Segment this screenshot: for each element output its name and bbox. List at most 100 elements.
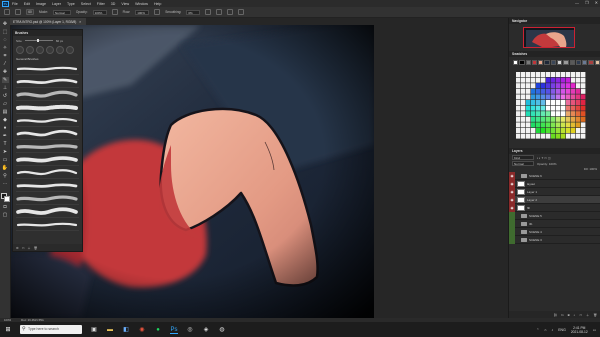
layer-row[interactable]: 3b: [509, 219, 600, 228]
palette-swatch[interactable]: [546, 83, 551, 89]
folder-icon[interactable]: [521, 237, 527, 242]
type-tool-icon[interactable]: T: [2, 141, 9, 147]
palette-swatch[interactable]: [571, 72, 576, 77]
palette-swatch[interactable]: [561, 133, 566, 139]
new-group-icon[interactable]: ▭: [579, 313, 582, 317]
palette-swatch[interactable]: [546, 111, 551, 117]
palette-swatch[interactable]: [551, 100, 556, 105]
brush-stroke-preview[interactable]: [16, 63, 79, 75]
recent-brush-3[interactable]: [36, 46, 44, 54]
palette-swatch[interactable]: [576, 94, 581, 100]
palette-swatch[interactable]: [546, 88, 551, 94]
angle-icon[interactable]: [216, 9, 223, 15]
folder-icon[interactable]: [521, 229, 527, 234]
layer-name[interactable]: SCENE 6: [529, 174, 542, 178]
layer-opacity[interactable]: Opacity: 100%: [537, 162, 557, 166]
folder-icon[interactable]: [521, 213, 527, 218]
magic-wand-icon[interactable]: ✧: [2, 45, 9, 51]
layer-name[interactable]: SCENE 3: [529, 238, 542, 242]
pressure-opacity-icon[interactable]: [111, 9, 118, 15]
palette-swatch[interactable]: [581, 88, 586, 94]
brush-stroke-preview[interactable]: [16, 154, 79, 166]
more-tools-icon[interactable]: ⋯: [2, 181, 9, 187]
layer-fill[interactable]: Fill: 100%: [584, 167, 597, 171]
palette-swatch[interactable]: [566, 94, 571, 100]
palette-swatch[interactable]: [521, 105, 526, 111]
palette-swatch[interactable]: [576, 88, 581, 94]
palette-swatch[interactable]: [546, 116, 551, 122]
palette-swatch[interactable]: [566, 128, 571, 133]
palette-swatch[interactable]: [561, 72, 566, 77]
layer-style-icon[interactable]: fx: [561, 313, 563, 317]
layer-row[interactable]: ◉ Layer 2: [509, 195, 600, 204]
palette-swatch[interactable]: [576, 116, 581, 122]
palette-swatch[interactable]: [521, 88, 526, 94]
swatch-chip[interactable]: [525, 60, 531, 65]
layer-row[interactable]: SCENE 3: [509, 235, 600, 244]
palette-swatch[interactable]: [566, 111, 571, 117]
tray-chevron-icon[interactable]: ⌃: [536, 328, 539, 332]
palette-swatch[interactable]: [551, 128, 556, 133]
menu-layer[interactable]: Layer: [52, 2, 61, 6]
layer-row[interactable]: ◉ fill: [509, 203, 600, 212]
palette-swatch[interactable]: [531, 72, 536, 77]
palette-swatch[interactable]: [571, 105, 576, 111]
palette-swatch[interactable]: [571, 88, 576, 94]
palette-swatch[interactable]: [521, 122, 526, 128]
palette-swatch[interactable]: [541, 72, 546, 77]
palette-swatch[interactable]: [521, 77, 526, 83]
palette-swatch[interactable]: [521, 133, 526, 139]
swatch-chip[interactable]: [538, 60, 544, 65]
palette-swatch[interactable]: [566, 116, 571, 122]
swatch-chip[interactable]: [588, 60, 594, 65]
palette-swatch[interactable]: [576, 77, 581, 83]
taskbar-search[interactable]: ⚲ Type here to search: [20, 325, 82, 334]
color-wheel-palette[interactable]: [509, 68, 600, 148]
delete-layer-icon[interactable]: 🗑: [593, 313, 597, 317]
palette-swatch[interactable]: [576, 111, 581, 117]
palette-swatch[interactable]: [551, 133, 556, 139]
swatch-chip[interactable]: [556, 60, 563, 65]
brush-stroke-preview[interactable]: [16, 141, 79, 153]
network-icon[interactable]: ⌂: [544, 328, 546, 332]
palette-swatch[interactable]: [576, 122, 581, 128]
palette-swatch[interactable]: [561, 116, 566, 122]
palette-swatch[interactable]: [526, 83, 531, 89]
palette-swatch[interactable]: [516, 122, 521, 128]
layer-row[interactable]: ◉ SCENE 6: [509, 171, 600, 180]
menu-type[interactable]: Type: [67, 2, 75, 6]
filter-icons[interactable]: ▪ ◐ T ▭ ◫: [537, 156, 551, 160]
swatch-chip[interactable]: [513, 60, 519, 65]
clock[interactable]: 2:41 PM 2021-08-12: [571, 326, 588, 334]
palette-swatch[interactable]: [536, 105, 541, 111]
recent-brush-2[interactable]: [26, 46, 34, 54]
stamp-tool-icon[interactable]: ⊥: [2, 85, 9, 91]
palette-swatch[interactable]: [516, 100, 521, 105]
eraser-tool-icon[interactable]: ▱: [2, 101, 9, 107]
visibility-eye-icon[interactable]: ◉: [509, 187, 515, 196]
folder-icon[interactable]: [521, 221, 527, 226]
palette-swatch[interactable]: [581, 111, 586, 117]
swatch-chip[interactable]: [550, 60, 556, 65]
smoothing-field[interactable]: 0%: [186, 9, 201, 15]
palette-swatch[interactable]: [571, 128, 576, 133]
menu-window[interactable]: Window: [135, 2, 148, 6]
palette-swatch[interactable]: [551, 105, 556, 111]
move-tool-icon[interactable]: ✥: [2, 21, 9, 27]
palette-swatch[interactable]: [556, 83, 561, 89]
palette-swatch[interactable]: [531, 116, 536, 122]
close-tab-icon[interactable]: ×: [79, 20, 81, 24]
palette-swatch[interactable]: [521, 111, 526, 117]
palette-swatch[interactable]: [566, 122, 571, 128]
airbrush-icon[interactable]: [154, 9, 161, 15]
layer-thumbnail[interactable]: [517, 204, 525, 211]
palette-swatch[interactable]: [546, 94, 551, 100]
palette-swatch[interactable]: [536, 100, 541, 105]
palette-swatch[interactable]: [531, 100, 536, 105]
store-icon[interactable]: ◧: [122, 326, 130, 334]
crop-tool-icon[interactable]: ⌗: [2, 53, 9, 59]
palette-swatch[interactable]: [561, 111, 566, 117]
palette-swatch[interactable]: [541, 77, 546, 83]
palette-swatch[interactable]: [536, 116, 541, 122]
palette-swatch[interactable]: [576, 133, 581, 139]
